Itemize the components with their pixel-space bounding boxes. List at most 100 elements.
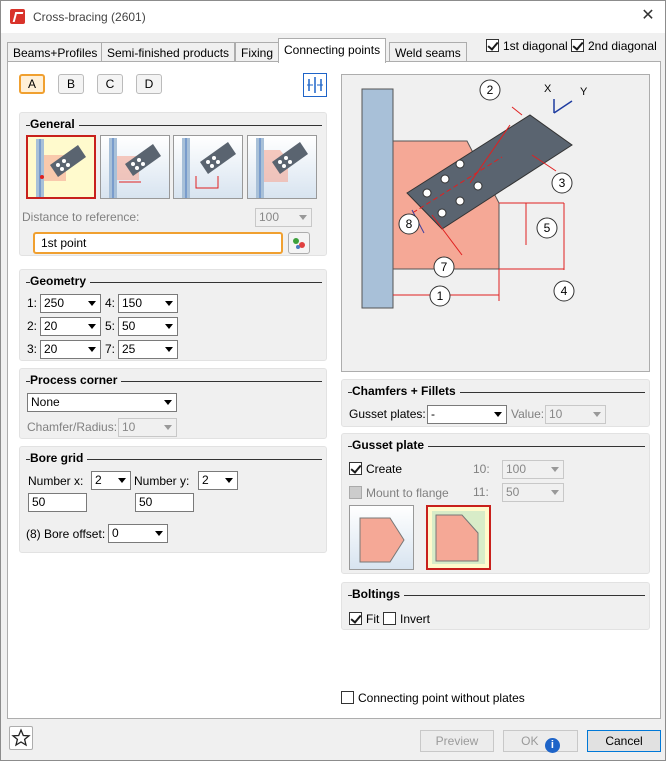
- geo-7-label: 7:: [105, 342, 116, 356]
- number-y-value: 2: [202, 473, 209, 487]
- cancel-button[interactable]: Cancel: [587, 730, 661, 752]
- first-diagonal-check[interactable]: [486, 39, 499, 52]
- geo-5-value: 50: [122, 319, 136, 333]
- chamfers-group: Chamfers + Fillets Gusset plates: - Valu…: [341, 379, 650, 427]
- create-checkbox[interactable]: Create: [349, 462, 402, 476]
- geo-7-select[interactable]: 25: [118, 340, 178, 359]
- mirror-button[interactable]: [303, 73, 327, 97]
- spacing-y-input[interactable]: 50: [135, 493, 194, 512]
- mirror-icon: [307, 77, 323, 93]
- number-y-select[interactable]: 2: [198, 471, 238, 490]
- chevron-down-icon: [165, 324, 173, 329]
- connection-type-1[interactable]: [26, 135, 96, 199]
- chevron-down-icon: [88, 347, 96, 352]
- geo-5-select[interactable]: 50: [118, 317, 178, 336]
- pick-point-button[interactable]: [288, 232, 310, 254]
- bore-offset-value: 0: [112, 526, 119, 540]
- geo-2-select[interactable]: 20: [40, 317, 101, 336]
- create-check[interactable]: [349, 462, 362, 475]
- favorites-button[interactable]: [9, 726, 33, 750]
- geo-2-label: 2:: [27, 319, 38, 333]
- callout-3: 3: [559, 176, 566, 190]
- distance-select[interactable]: 100: [255, 208, 312, 227]
- mount-to-flange-check[interactable]: [349, 486, 362, 499]
- tab-semi-finished-products[interactable]: Semi-finished products: [101, 42, 236, 62]
- geo-4-select[interactable]: 150: [118, 294, 178, 313]
- callout-8: 8: [406, 217, 413, 231]
- distance-label: Distance to reference:: [22, 210, 140, 224]
- connection-type-4[interactable]: [247, 135, 317, 199]
- chevron-down-icon: [88, 324, 96, 329]
- connection-type-2[interactable]: [100, 135, 170, 199]
- variant-b-button[interactable]: B: [58, 74, 84, 94]
- no-plates-checkbox[interactable]: Connecting point without plates: [341, 691, 525, 705]
- invert-checkbox[interactable]: Invert: [383, 612, 430, 626]
- geo-1-label: 1:: [27, 296, 38, 310]
- field-10-label: 10:: [473, 462, 490, 476]
- tab-connecting-points[interactable]: Connecting points: [278, 38, 387, 63]
- number-x-select[interactable]: 2: [91, 471, 131, 490]
- axis-x-label: X: [544, 83, 552, 95]
- plate-shape-1[interactable]: [349, 505, 414, 570]
- number-y-label: Number y:: [134, 474, 190, 488]
- axis-y-label: Y: [580, 86, 588, 98]
- second-diagonal-check[interactable]: [571, 39, 584, 52]
- chevron-down-icon: [494, 412, 502, 417]
- ok-button[interactable]: OK i: [503, 730, 578, 753]
- geo-1-select[interactable]: 250: [40, 294, 101, 313]
- chevron-down-icon: [88, 301, 96, 306]
- connection-type-3-icon: [182, 138, 236, 198]
- fit-check[interactable]: [349, 612, 362, 625]
- gusset-plates-select[interactable]: -: [427, 405, 507, 424]
- chamfer-radius-select[interactable]: 10: [118, 418, 177, 437]
- connection-type-4-icon: [256, 138, 308, 198]
- close-button[interactable]: ✕: [637, 6, 659, 26]
- chevron-down-icon: [155, 531, 163, 536]
- variant-d-button[interactable]: D: [136, 74, 162, 94]
- first-diagonal-checkbox[interactable]: 1st diagonal: [486, 39, 568, 53]
- chevron-down-icon: [593, 412, 601, 417]
- callout-7: 7: [441, 260, 448, 274]
- preview-button[interactable]: Preview: [420, 730, 494, 752]
- geo-3-select[interactable]: 20: [40, 340, 101, 359]
- chamfer-radius-label: Chamfer/Radius:: [27, 420, 118, 434]
- boltings-title: Boltings: [352, 587, 404, 601]
- dialog-window: Cross-bracing (2601) ✕ Beams+Profiles Se…: [0, 0, 666, 761]
- tab-fixing[interactable]: Fixing: [235, 42, 280, 62]
- chevron-down-icon: [118, 478, 126, 483]
- bore-offset-label: (8) Bore offset:: [26, 527, 106, 541]
- field-11-label: 11:: [473, 485, 489, 499]
- tab-beams-profiles[interactable]: Beams+Profiles: [7, 42, 104, 62]
- gusset-plate-title: Gusset plate: [352, 438, 429, 452]
- chevron-down-icon: [551, 467, 559, 472]
- connection-type-3[interactable]: [173, 135, 243, 199]
- spacing-x-input[interactable]: 50: [28, 493, 87, 512]
- value-select[interactable]: 10: [545, 405, 606, 424]
- variant-a-button[interactable]: A: [19, 74, 45, 94]
- mount-to-flange-checkbox[interactable]: Mount to flange: [349, 486, 449, 500]
- fit-checkbox[interactable]: Fit: [349, 612, 379, 626]
- tab-weld-seams[interactable]: Weld seams: [389, 42, 467, 62]
- boltings-group: Boltings Fit Invert: [341, 582, 650, 630]
- geo-7-value: 25: [122, 342, 136, 356]
- field-10-select[interactable]: 100: [502, 460, 564, 479]
- tab-content: A B C D General Distance to reference: 1…: [7, 61, 661, 719]
- variant-c-button[interactable]: C: [97, 74, 123, 94]
- chevron-down-icon: [299, 215, 307, 220]
- bore-grid-group: Bore grid Number x: 2 Number y: 2 50 50 …: [19, 446, 327, 553]
- spacing-x-value: 50: [32, 495, 46, 509]
- create-label: Create: [366, 462, 403, 476]
- general-group: General Distance to reference: 100 1st p…: [19, 112, 327, 256]
- bore-offset-select[interactable]: 0: [108, 524, 168, 543]
- field-11-select[interactable]: 50: [502, 483, 564, 502]
- chevron-down-icon: [165, 301, 173, 306]
- second-diagonal-checkbox[interactable]: 2nd diagonal: [571, 39, 657, 53]
- title-bar: Cross-bracing (2601) ✕: [1, 1, 665, 33]
- connection-diagram: 1 2 3 4 5 7 8 X Y: [341, 74, 650, 372]
- plate-shape-2[interactable]: [426, 505, 491, 570]
- no-plates-check[interactable]: [341, 691, 354, 704]
- invert-check[interactable]: [383, 612, 396, 625]
- point-field[interactable]: 1st point: [33, 232, 283, 254]
- number-x-value: 2: [95, 473, 102, 487]
- process-corner-select[interactable]: None: [27, 393, 177, 412]
